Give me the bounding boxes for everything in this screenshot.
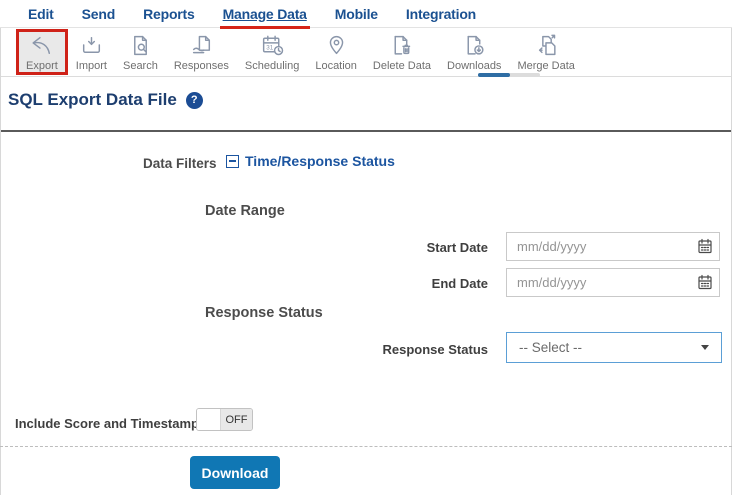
toggle-state-label: OFF — [221, 409, 252, 430]
end-date-calendar-icon[interactable] — [697, 274, 713, 290]
main-menubar: Edit Send Reports Manage Data Mobile Int… — [0, 0, 732, 29]
include-score-label: Include Score and Timestamp — [15, 416, 199, 431]
header-divider — [0, 130, 732, 132]
export-icon — [32, 36, 51, 54]
start-date-field-wrap — [506, 232, 720, 261]
toolbar-item-downloads[interactable]: Downloads — [439, 31, 509, 74]
toolbar-item-merge-data[interactable]: Merge Data — [509, 31, 582, 74]
menu-item-mobile[interactable]: Mobile — [335, 6, 378, 22]
chevron-down-icon — [701, 345, 709, 350]
search-icon — [133, 35, 147, 55]
footer-dashed-divider — [0, 446, 732, 447]
menu-item-manage-data[interactable]: Manage Data — [219, 6, 310, 29]
toolbar-item-delete-data[interactable]: Delete Data — [365, 31, 439, 74]
toolbar-item-responses[interactable]: Responses — [166, 31, 237, 74]
scheduling-icon: 31 — [262, 35, 283, 55]
location-icon — [329, 35, 343, 54]
end-date-field-wrap — [506, 268, 720, 297]
manage-data-toolbar: Export Import Search Responses 31 Schedu… — [0, 28, 732, 77]
menu-item-send[interactable]: Send — [82, 6, 116, 22]
start-date-calendar-icon[interactable] — [697, 238, 713, 254]
start-date-input[interactable] — [506, 232, 720, 261]
toolbar-item-scheduling[interactable]: 31 Scheduling — [237, 31, 307, 74]
time-response-status-label: Time/Response Status — [245, 153, 395, 169]
responses-icon — [192, 35, 210, 53]
menu-item-integration[interactable]: Integration — [406, 6, 476, 22]
toolbar-scrollbar-track[interactable] — [478, 73, 540, 77]
toolbar-item-import[interactable]: Import — [68, 31, 115, 74]
data-filters-label: Data Filters — [143, 156, 217, 171]
time-response-status-toggle[interactable]: Time/Response Status — [226, 153, 395, 169]
annotation-red-underline — [219, 25, 310, 29]
collapse-minus-icon[interactable] — [226, 154, 239, 168]
response-status-select[interactable]: -- Select -- — [506, 332, 722, 363]
response-status-selected-value: -- Select -- — [519, 340, 583, 355]
end-date-input[interactable] — [506, 268, 720, 297]
toggle-knob — [197, 409, 221, 430]
downloads-icon — [467, 35, 484, 55]
end-date-label: End Date — [431, 276, 488, 291]
help-icon[interactable]: ? — [185, 91, 203, 109]
menu-item-edit[interactable]: Edit — [28, 6, 54, 22]
merge-data-icon — [538, 34, 556, 55]
toolbar-scrollbar-thumb[interactable] — [478, 73, 510, 77]
date-range-header: Date Range — [205, 203, 285, 219]
sql-export-page: Edit Send Reports Manage Data Mobile Int… — [0, 0, 732, 495]
download-button[interactable]: Download — [190, 456, 280, 489]
panel-left-border — [0, 28, 1, 495]
page-header: SQL Export Data File ? — [0, 77, 732, 110]
menu-item-reports[interactable]: Reports — [143, 6, 195, 22]
page-title: SQL Export Data File — [8, 90, 177, 109]
toolbar-item-export[interactable]: Export — [16, 29, 68, 75]
toolbar-item-search[interactable]: Search — [115, 31, 166, 74]
delete-data-icon — [394, 35, 411, 55]
response-status-header: Response Status — [205, 305, 323, 321]
import-icon — [82, 36, 100, 53]
response-status-label: Response Status — [382, 342, 488, 357]
start-date-label: Start Date — [426, 240, 488, 255]
svg-text:31: 31 — [266, 44, 273, 51]
toolbar-item-location[interactable]: Location — [307, 31, 365, 74]
include-score-toggle[interactable]: OFF — [196, 408, 253, 431]
